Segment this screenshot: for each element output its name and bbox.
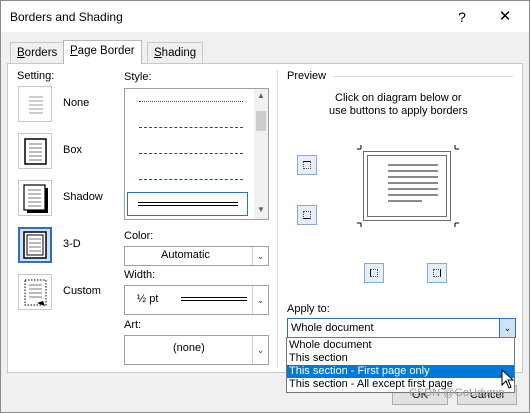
apply-to-option[interactable]: This section	[287, 352, 514, 365]
chevron-down-icon: ⌄	[252, 286, 268, 314]
chevron-down-icon[interactable]: ⌄	[499, 319, 515, 337]
setting-none-icon	[18, 86, 52, 122]
apply-to-option[interactable]: Whole document	[287, 339, 514, 352]
help-button[interactable]: ?	[448, 7, 476, 27]
style-option-dashed[interactable]	[139, 127, 243, 128]
width-heading: Width:	[124, 269, 156, 281]
top-border-icon	[303, 161, 311, 169]
setting-box[interactable]: Box	[18, 133, 118, 169]
bottom-border-icon	[303, 211, 311, 219]
setting-shadow-label: Shadow	[63, 191, 103, 203]
style-listbox[interactable]: ▲ ▼	[124, 88, 269, 220]
setting-box-icon	[18, 133, 52, 169]
page-border-panel: Setting: None Box Shadow 3-D Custom Styl…	[7, 63, 523, 373]
setting-shadow-icon	[18, 180, 52, 216]
style-scrollbar[interactable]: ▲ ▼	[254, 89, 268, 219]
tab-shading-accel: S	[154, 47, 162, 59]
scroll-thumb[interactable]	[256, 111, 266, 131]
column-divider	[277, 70, 278, 368]
tab-shading-label: hading	[161, 47, 197, 59]
apply-to-dropdown[interactable]: Whole document ⌄	[287, 318, 516, 338]
window-title: Borders and Shading	[10, 10, 123, 24]
apply-to-option-highlighted[interactable]: This section - First page only	[287, 365, 514, 378]
setting-none-label: None	[63, 97, 90, 109]
width-value: ½ pt	[137, 293, 159, 305]
color-dropdown[interactable]: Automatic ⌄	[124, 246, 269, 266]
chevron-down-icon: ⌄	[252, 336, 268, 364]
style-option-double-selected[interactable]	[127, 192, 248, 216]
preview-instruction-2: use buttons to apply borders	[329, 105, 468, 117]
style-option-dash-dot[interactable]	[139, 153, 243, 154]
apply-to-dropdown-list: Whole document This section This section…	[286, 337, 515, 393]
tab-borders-label: orders	[24, 47, 58, 59]
borders-and-shading-dialog: Borders and Shading ? ✕ Borders Page Bor…	[0, 0, 530, 413]
setting-box-label: Box	[63, 144, 82, 156]
preview-diagram[interactable]	[357, 145, 459, 227]
apply-to-heading: Apply to:	[287, 303, 330, 315]
right-border-button[interactable]	[427, 263, 447, 283]
setting-custom-label: Custom	[63, 285, 101, 297]
setting-3d-icon	[18, 227, 52, 263]
setting-shadow[interactable]: Shadow	[18, 180, 118, 216]
tab-borders-accel: B	[17, 47, 25, 59]
art-value: (none)	[173, 342, 205, 354]
style-option-dotted[interactable]	[139, 101, 243, 102]
bottom-border-button[interactable]	[297, 205, 317, 225]
width-dropdown[interactable]: ½ pt ⌄	[124, 285, 269, 315]
tab-borders[interactable]: Borders	[10, 42, 65, 63]
tab-shading[interactable]: Shading	[147, 42, 204, 63]
left-border-button[interactable]	[364, 263, 384, 283]
color-heading: Color:	[124, 230, 154, 242]
scroll-up-icon[interactable]: ▲	[256, 91, 266, 100]
title-bar: Borders and Shading ? ✕	[1, 1, 529, 32]
preview-heading: Preview	[287, 70, 327, 82]
setting-heading: Setting:	[17, 70, 55, 82]
preview-instruction-1: Click on diagram below or	[335, 92, 462, 104]
right-border-icon	[433, 269, 441, 277]
setting-3d[interactable]: 3-D	[18, 227, 118, 263]
setting-custom-icon	[18, 274, 52, 310]
top-border-button[interactable]	[297, 155, 317, 175]
setting-none[interactable]: None	[18, 86, 118, 122]
close-button[interactable]: ✕	[491, 7, 519, 27]
tab-page-border-label: age Border	[77, 45, 135, 57]
preview-heading-rule	[333, 76, 513, 77]
chevron-down-icon: ⌄	[252, 247, 268, 265]
left-border-icon	[370, 269, 378, 277]
art-heading: Art:	[124, 319, 142, 331]
setting-3d-label: 3-D	[63, 238, 81, 250]
mouse-cursor-icon	[501, 369, 515, 389]
tab-page-border-accel: P	[70, 45, 78, 57]
style-heading: Style:	[124, 71, 152, 83]
preview-page	[363, 151, 451, 221]
art-dropdown[interactable]: (none) ⌄	[124, 335, 269, 365]
preview-area: Preview Click on diagram below or use bu…	[287, 70, 517, 290]
width-sample-line-2	[181, 300, 247, 301]
style-option-dash-dot-dot[interactable]	[139, 179, 243, 180]
watermark-text: CSDN @GoUdump	[409, 387, 505, 399]
apply-to-value: Whole document	[291, 322, 374, 334]
scroll-down-icon[interactable]: ▼	[256, 205, 266, 214]
tab-strip: Borders Page Border Shading	[1, 40, 529, 64]
color-value: Automatic	[161, 249, 210, 261]
setting-custom[interactable]: Custom	[18, 274, 118, 310]
width-sample-line	[181, 297, 247, 298]
tab-page-border[interactable]: Page Border	[63, 40, 142, 64]
